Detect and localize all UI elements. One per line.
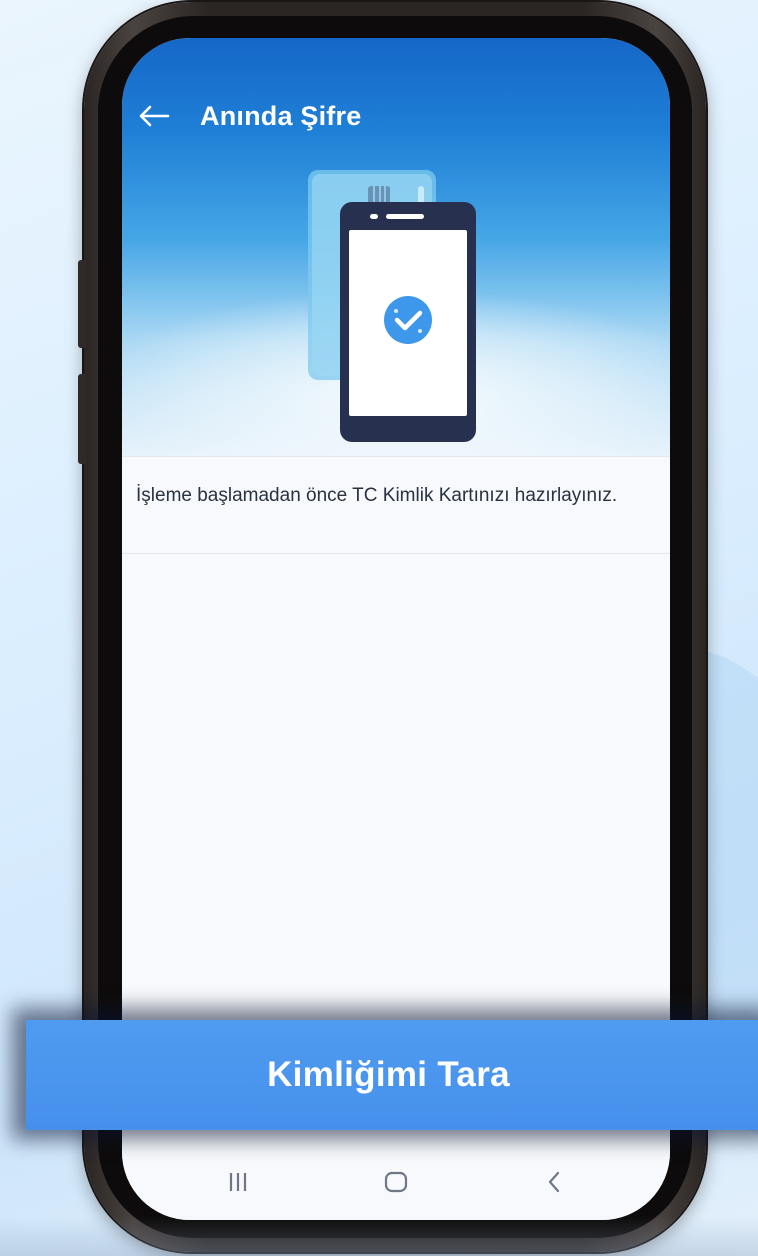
power-button xyxy=(78,374,86,464)
page-title: Anında Şifre xyxy=(200,101,362,131)
back-chevron-icon xyxy=(548,1171,560,1193)
bottom-fade xyxy=(0,1216,758,1256)
check-circle-icon xyxy=(384,296,432,344)
home-button[interactable] xyxy=(372,1162,420,1202)
instruction-text: İşleme başlamadan önce TC Kimlik Kartını… xyxy=(136,485,618,506)
home-icon xyxy=(384,1171,408,1193)
header-hero: Anında Şifre xyxy=(122,38,670,458)
system-back-button[interactable] xyxy=(530,1162,578,1202)
volume-button xyxy=(78,260,86,348)
arrow-left-icon xyxy=(139,105,170,127)
recents-button[interactable] xyxy=(214,1162,262,1202)
scan-id-button[interactable]: Kimliğimi Tara xyxy=(26,1020,758,1130)
id-scan-illustration xyxy=(308,170,476,442)
back-button[interactable] xyxy=(136,98,172,134)
system-navigation-bar xyxy=(122,1150,670,1220)
top-app-bar: Anında Şifre xyxy=(122,96,670,136)
instruction-section: İşleme başlamadan önce TC Kimlik Kartını… xyxy=(122,456,670,554)
scan-id-button-label: Kimliğimi Tara xyxy=(267,1055,510,1094)
recents-icon xyxy=(229,1173,247,1191)
app-promo-stage: Anında Şifre İşleme başlamadan önce TC K… xyxy=(0,0,758,1256)
